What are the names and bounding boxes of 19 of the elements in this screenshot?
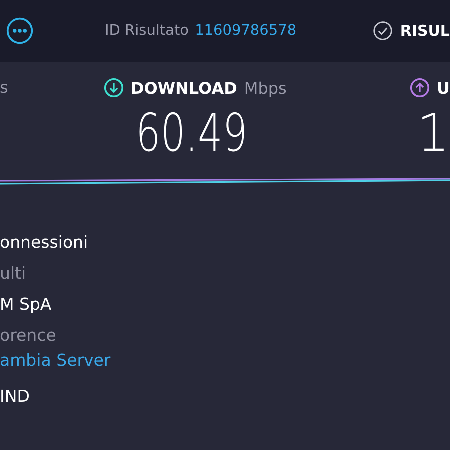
- detail-text: IND: [0, 387, 30, 408]
- more-options-icon[interactable]: [6, 17, 34, 45]
- upload-label: U: [437, 78, 450, 98]
- change-server-link[interactable]: ambia Server: [0, 351, 111, 387]
- detail-text: ulti: [0, 264, 26, 285]
- result-id-label: ID Risultato: [105, 23, 190, 39]
- upload-speed: 1: [416, 108, 450, 160]
- download-icon: [104, 78, 124, 98]
- result-id-link[interactable]: 11609786578: [195, 23, 297, 39]
- download-speed: 60.49: [136, 108, 249, 160]
- detail-text: M SpA: [0, 295, 52, 316]
- detail-text: onnessioni: [0, 233, 88, 254]
- upload-icon: [410, 78, 430, 98]
- results-tab[interactable]: RISUL: [400, 22, 450, 40]
- detail-text: orence: [0, 326, 56, 347]
- unit-label: Mbps: [244, 78, 287, 98]
- check-icon: [373, 21, 394, 41]
- download-label: DOWNLOAD: [131, 78, 238, 98]
- ping-unit: s: [0, 78, 8, 97]
